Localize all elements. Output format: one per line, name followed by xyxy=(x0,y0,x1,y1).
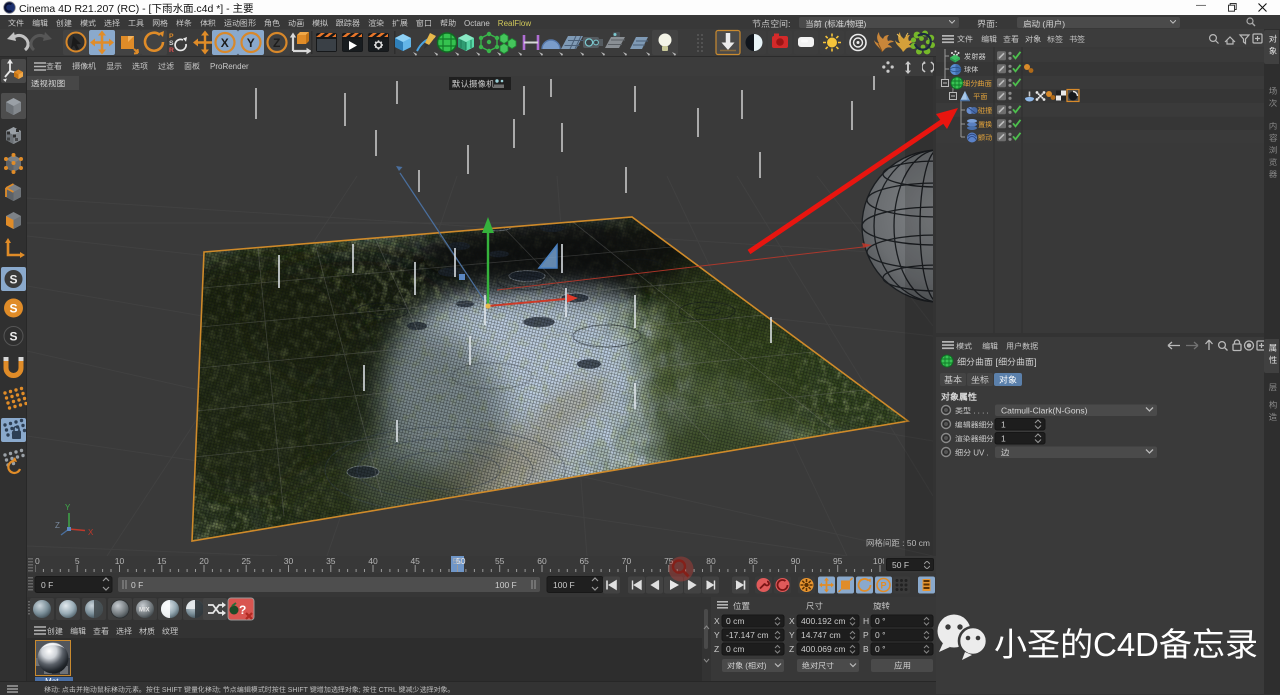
svg-text:标签: 标签 xyxy=(1046,35,1063,44)
svg-text:P: P xyxy=(863,630,869,640)
svg-text:S: S xyxy=(10,330,18,344)
svg-text:编辑: 编辑 xyxy=(982,342,998,351)
svg-text:对象: 对象 xyxy=(1025,35,1041,44)
svg-text:编辑器细分: 编辑器细分 xyxy=(955,421,994,430)
svg-text:细分曲面: 细分曲面 xyxy=(963,79,992,88)
svg-text:S: S xyxy=(169,40,174,47)
svg-text:75: 75 xyxy=(664,556,674,566)
svg-text:Z: Z xyxy=(789,644,794,654)
svg-text:颤动: 颤动 xyxy=(978,133,992,142)
svg-text:位置: 位置 xyxy=(733,601,750,611)
svg-text:书签: 书签 xyxy=(1069,35,1085,44)
svg-text:应用: 应用 xyxy=(894,661,911,671)
svg-text:Z: Z xyxy=(714,644,719,654)
svg-text:透视视图: 透视视图 xyxy=(31,79,65,89)
svg-text:Y: Y xyxy=(247,36,255,50)
svg-text:MIX: MIX xyxy=(139,608,150,614)
svg-text:100: 100 xyxy=(873,556,884,566)
svg-text:基本: 基本 xyxy=(943,374,963,385)
svg-text:-17.147 cm: -17.147 cm xyxy=(726,630,769,640)
svg-text:0 °: 0 ° xyxy=(875,630,886,640)
svg-text:0 cm: 0 cm xyxy=(726,644,744,654)
svg-text:400.069 cm: 400.069 cm xyxy=(801,644,845,654)
svg-text:默认摄像机: 默认摄像机 xyxy=(452,79,495,89)
svg-text:Y: Y xyxy=(714,630,720,640)
svg-text:X: X xyxy=(789,616,795,626)
svg-text:Y: Y xyxy=(65,503,71,512)
svg-text:40: 40 xyxy=(368,556,378,566)
svg-text:碰撞: 碰撞 xyxy=(977,106,993,115)
svg-text:对象: 对象 xyxy=(999,375,1017,385)
svg-text:0 cm: 0 cm xyxy=(726,616,744,626)
svg-text:发射器: 发射器 xyxy=(964,52,986,61)
svg-text:绝对尺寸: 绝对尺寸 xyxy=(802,661,834,671)
svg-text:网格间距 : 50 cm: 网格间距 : 50 cm xyxy=(866,538,930,548)
svg-text:0 °: 0 ° xyxy=(875,616,886,626)
svg-text:细分曲面 [细分曲面]: 细分曲面 [细分曲面] xyxy=(957,357,1037,367)
svg-text:70: 70 xyxy=(622,556,632,566)
svg-text:0 F: 0 F xyxy=(131,580,143,590)
svg-text:模式: 模式 xyxy=(956,342,973,351)
svg-text:25: 25 xyxy=(241,556,251,566)
svg-text:1: 1 xyxy=(1001,420,1006,430)
svg-text:对象属性: 对象属性 xyxy=(941,391,977,402)
svg-text:95: 95 xyxy=(833,556,843,566)
svg-text:1: 1 xyxy=(1001,434,1006,444)
svg-text:编辑: 编辑 xyxy=(981,35,997,44)
svg-text:55: 55 xyxy=(495,556,505,566)
svg-text:平面: 平面 xyxy=(973,92,987,101)
svg-text:10: 10 xyxy=(115,556,125,566)
svg-text:85: 85 xyxy=(748,556,758,566)
svg-text:100 F: 100 F xyxy=(495,580,517,590)
svg-text:100 F: 100 F xyxy=(553,580,575,590)
svg-text:渲染器细分: 渲染器细分 xyxy=(955,434,994,444)
svg-text:X: X xyxy=(221,36,229,50)
svg-text:边: 边 xyxy=(1001,448,1010,458)
svg-text:尺寸: 尺寸 xyxy=(806,601,823,611)
svg-text:14.747 cm: 14.747 cm xyxy=(801,630,841,640)
svg-text:Y: Y xyxy=(789,630,795,640)
svg-text:35: 35 xyxy=(326,556,336,566)
svg-text:S: S xyxy=(10,273,18,287)
svg-text:50: 50 xyxy=(453,556,463,566)
svg-text:80: 80 xyxy=(706,556,716,566)
svg-text:坐标: 坐标 xyxy=(971,375,989,385)
svg-text:Z: Z xyxy=(273,36,280,50)
svg-text:球体: 球体 xyxy=(964,65,979,74)
svg-text:45: 45 xyxy=(410,556,420,566)
svg-text:0 F: 0 F xyxy=(41,580,53,590)
svg-text:置换: 置换 xyxy=(978,120,993,129)
svg-text:400.192 cm: 400.192 cm xyxy=(801,616,845,626)
svg-text:查看: 查看 xyxy=(1002,35,1019,44)
svg-text:细分 UV .: 细分 UV . xyxy=(955,449,989,458)
svg-text:65: 65 xyxy=(579,556,589,566)
svg-text:P: P xyxy=(881,581,887,591)
svg-text:0: 0 xyxy=(35,556,40,566)
svg-text:30: 30 xyxy=(284,556,294,566)
svg-text:Catmull-Clark(N-Gons): Catmull-Clark(N-Gons) xyxy=(1001,406,1088,416)
svg-text:X: X xyxy=(714,616,720,626)
svg-text:R: R xyxy=(169,47,174,54)
svg-text:S: S xyxy=(10,302,18,316)
svg-text:B: B xyxy=(863,644,869,654)
svg-text:90: 90 xyxy=(791,556,801,566)
svg-text:H: H xyxy=(863,616,869,626)
svg-text:对象 (相对): 对象 (相对) xyxy=(727,662,767,671)
svg-text:类型 . . . .: 类型 . . . . xyxy=(955,407,989,416)
svg-text:文件: 文件 xyxy=(957,34,973,44)
svg-text:0 °: 0 ° xyxy=(875,644,886,654)
svg-text:X: X xyxy=(88,528,94,537)
svg-text:Z: Z xyxy=(55,521,60,530)
svg-text:用户数据: 用户数据 xyxy=(1006,342,1038,351)
svg-text:5: 5 xyxy=(75,556,80,566)
svg-text:20: 20 xyxy=(199,556,209,566)
svg-text:旋转: 旋转 xyxy=(873,601,891,611)
svg-text:15: 15 xyxy=(157,556,167,566)
svg-text:?: ? xyxy=(239,603,246,617)
svg-text:60: 60 xyxy=(537,556,547,566)
svg-text:P: P xyxy=(169,33,174,40)
